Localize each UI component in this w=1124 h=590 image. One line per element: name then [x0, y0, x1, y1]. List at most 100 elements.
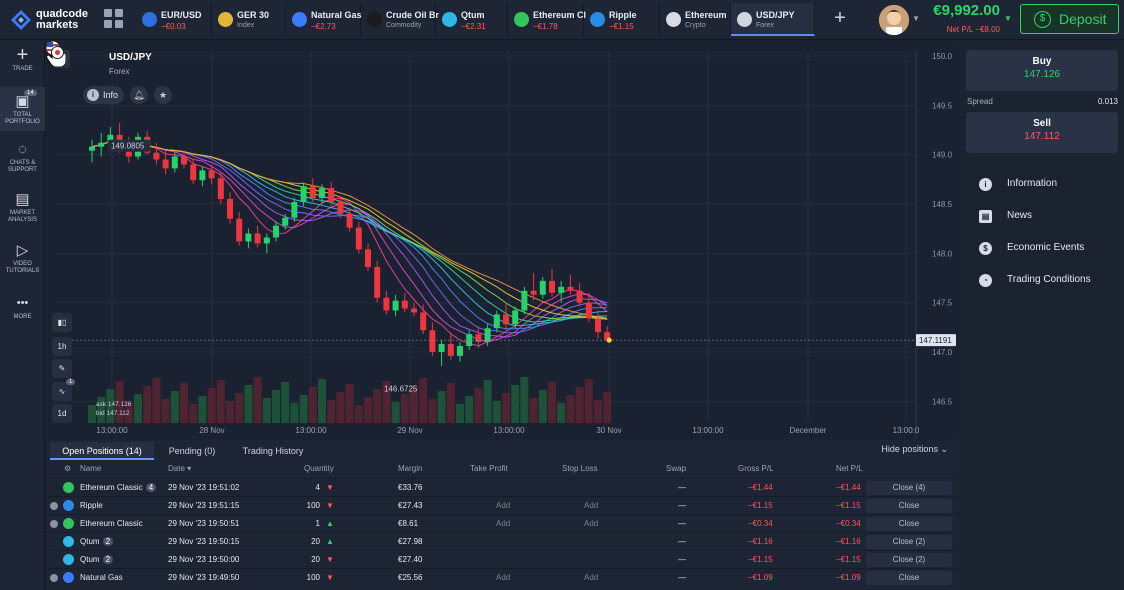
tab-pending[interactable]: Pending (0): [158, 442, 226, 460]
info-menu-trading-conditions[interactable]: ◔ Trading Conditions: [979, 273, 1119, 291]
favorite-button[interactable]: ★: [154, 86, 172, 104]
position-name[interactable]: Qtum 2: [80, 555, 114, 564]
volume-bar: [566, 395, 575, 423]
chevron-down-icon: ⌄: [940, 444, 948, 454]
sidebar-item-trade[interactable]: + TRADE: [0, 45, 45, 83]
tab-open-positions[interactable]: Open Positions (14): [50, 442, 154, 460]
table-row[interactable]: Qtum 2 29 Nov '23 19:50:00 20 ▼ €27.40 — −€1.15…: [46, 550, 958, 568]
deposit-button[interactable]: $ Deposit: [1020, 4, 1119, 34]
volume-bar: [594, 400, 602, 423]
stop-loss-add[interactable]: Add: [584, 501, 598, 510]
buy-button[interactable]: Buy 147.126: [966, 50, 1118, 91]
stop-loss-add[interactable]: Add: [584, 573, 598, 582]
account-balance[interactable]: €9,992.00: [928, 2, 1000, 19]
candle-body: [190, 164, 197, 181]
all-assets-grid-button[interactable]: [104, 9, 124, 29]
sidebar-item-label: TOTAL PORTFOLIO: [5, 112, 40, 125]
info-button[interactable]: i Info: [83, 86, 124, 104]
asset-tab-ethereum-cl[interactable]: Ethereum Cl −€1.78: [508, 3, 586, 36]
price-tick-label: 146.5: [932, 397, 953, 406]
asset-tab-eur-usd[interactable]: EUR/USD −€0.03: [136, 3, 212, 36]
sidebar-item-chats[interactable]: ◌ CHATS & SUPPORT: [0, 141, 45, 181]
chart-canvas[interactable]: 150.0 149.5 149.0 148.5 148.0 147.5 147.0 146.5…: [46, 41, 958, 439]
position-name[interactable]: Qtum 2: [80, 537, 114, 546]
column-header-swap[interactable]: Swap: [666, 464, 686, 473]
sidebar-item-market-analysis[interactable]: ▤ MARKET ANALYSIS: [0, 191, 45, 231]
bid-label: bid 147.112: [96, 410, 130, 417]
draw-tool-button[interactable]: ✎: [52, 359, 72, 378]
asset-tab-ger-30[interactable]: GER 30 Index: [212, 3, 286, 36]
asset-icon: [442, 12, 457, 27]
column-header-net-pl[interactable]: Net P/L: [836, 464, 863, 473]
close-position-button[interactable]: Close: [866, 499, 952, 513]
candle-body: [217, 178, 224, 199]
sidebar-item-more[interactable]: ••• MORE: [0, 295, 45, 329]
asset-icon: [666, 12, 681, 27]
table-row[interactable]: Ethereum Classic 4 29 Nov '23 19:51:02 4 ▼ €3…: [46, 478, 958, 496]
column-header-margin[interactable]: Margin: [398, 464, 422, 473]
close-position-button[interactable]: Close (2): [866, 535, 952, 549]
settings-gear-icon[interactable]: ⚙: [64, 464, 71, 473]
info-menu-information[interactable]: i Information: [979, 177, 1119, 195]
avatar-chevron-down-icon[interactable]: ▼: [912, 14, 920, 23]
column-header-stop-loss[interactable]: Stop Loss: [562, 464, 598, 473]
take-profit-add[interactable]: Add: [496, 501, 510, 510]
column-header-date[interactable]: Date ▾: [168, 464, 191, 473]
position-name[interactable]: Natural Gas: [80, 573, 123, 582]
table-row[interactable]: Ethereum Classic 29 Nov '23 19:50:51 1 ▲ €8.…: [46, 514, 958, 532]
volume-bar: [327, 400, 336, 423]
sidebar-item-portfolio[interactable]: ▣ 14 TOTAL PORTFOLIO: [0, 87, 45, 131]
price-chart[interactable]: 150.0 149.5 149.0 148.5 148.0 147.5 147.0 146.5…: [46, 41, 958, 439]
avatar[interactable]: [879, 5, 909, 35]
take-profit-add[interactable]: Add: [496, 519, 510, 528]
table-row[interactable]: Qtum 2 29 Nov '23 19:50:15 20 ▲ €27.98 — −€1.16…: [46, 532, 958, 550]
info-menu-economic-events[interactable]: $ Economic Events: [979, 241, 1119, 259]
arrow-up-icon: ▲: [326, 519, 334, 528]
hide-positions-button[interactable]: Hide positions ⌄: [881, 444, 948, 455]
column-header-take-profit[interactable]: Take Profit: [470, 464, 508, 473]
asset-icon: [218, 12, 233, 27]
sell-button[interactable]: Sell 147.112: [966, 112, 1118, 153]
brand-logo[interactable]: quadcode markets: [10, 7, 100, 33]
asset-tab-crude-oil-br[interactable]: Crude Oil Br Commodity: [361, 3, 439, 36]
info-menu-news[interactable]: ▤ News: [979, 209, 1119, 227]
timeframe-button[interactable]: 1h: [52, 337, 72, 356]
asset-tab-qtum[interactable]: Qtum −€2.31: [436, 3, 508, 36]
position-name[interactable]: Ethereum Classic 4: [80, 483, 157, 492]
add-tab-button[interactable]: +: [826, 6, 854, 32]
tab-trading-history[interactable]: Trading History: [230, 442, 316, 460]
asset-tab-natural-gas[interactable]: Natural Gas −€2.73: [286, 3, 362, 36]
close-position-button[interactable]: Close (4): [866, 481, 952, 495]
close-position-button[interactable]: Close: [866, 517, 952, 531]
take-profit-add[interactable]: Add: [496, 573, 510, 582]
asset-icon: [63, 572, 74, 583]
chart-type-button[interactable]: ▮▯: [52, 313, 72, 332]
column-header-gross-pl[interactable]: Gross P/L: [738, 464, 774, 473]
sidebar-item-video-tutorials[interactable]: ▷ VIDEO TUTORIALS: [0, 242, 45, 282]
candle-body: [98, 142, 105, 147]
asset-tab-usd-jpy[interactable]: USD/JPY Forex: [731, 3, 815, 36]
table-row[interactable]: Ripple 29 Nov '23 19:51:15 100 ▼ €27.43 Add Ad…: [46, 496, 958, 514]
volume-bar: [143, 386, 152, 423]
column-header-quantity[interactable]: Quantity: [304, 464, 334, 473]
row-info-icon[interactable]: [50, 502, 58, 510]
close-position-button[interactable]: Close (2): [866, 553, 952, 567]
position-name[interactable]: Ethereum Classic: [80, 519, 143, 528]
table-row[interactable]: Natural Gas 29 Nov '23 19:49:50 100 ▼ €25.56…: [46, 568, 958, 586]
alert-bell-button[interactable]: 🔔︎: [130, 86, 148, 104]
row-info-icon[interactable]: [50, 520, 58, 528]
volume-bar: [336, 392, 345, 423]
column-header-name[interactable]: Name: [80, 464, 101, 473]
asset-tab-ethereum[interactable]: Ethereum Crypto: [660, 3, 731, 36]
period-button[interactable]: 1d: [52, 404, 72, 423]
balance-chevron-down-icon[interactable]: ▼: [1004, 14, 1012, 23]
close-position-button[interactable]: Close: [866, 571, 952, 585]
position-name[interactable]: Ripple: [80, 501, 103, 510]
row-info-icon[interactable]: [50, 574, 58, 582]
candle-body: [355, 227, 362, 250]
asset-tab-ripple[interactable]: Ripple −€1.15: [584, 3, 660, 36]
stop-loss-add[interactable]: Add: [584, 519, 598, 528]
arrow-down-icon: ▼: [326, 501, 334, 510]
sidebar-item-label: MORE: [13, 314, 32, 320]
position-margin: €27.40: [398, 555, 423, 564]
